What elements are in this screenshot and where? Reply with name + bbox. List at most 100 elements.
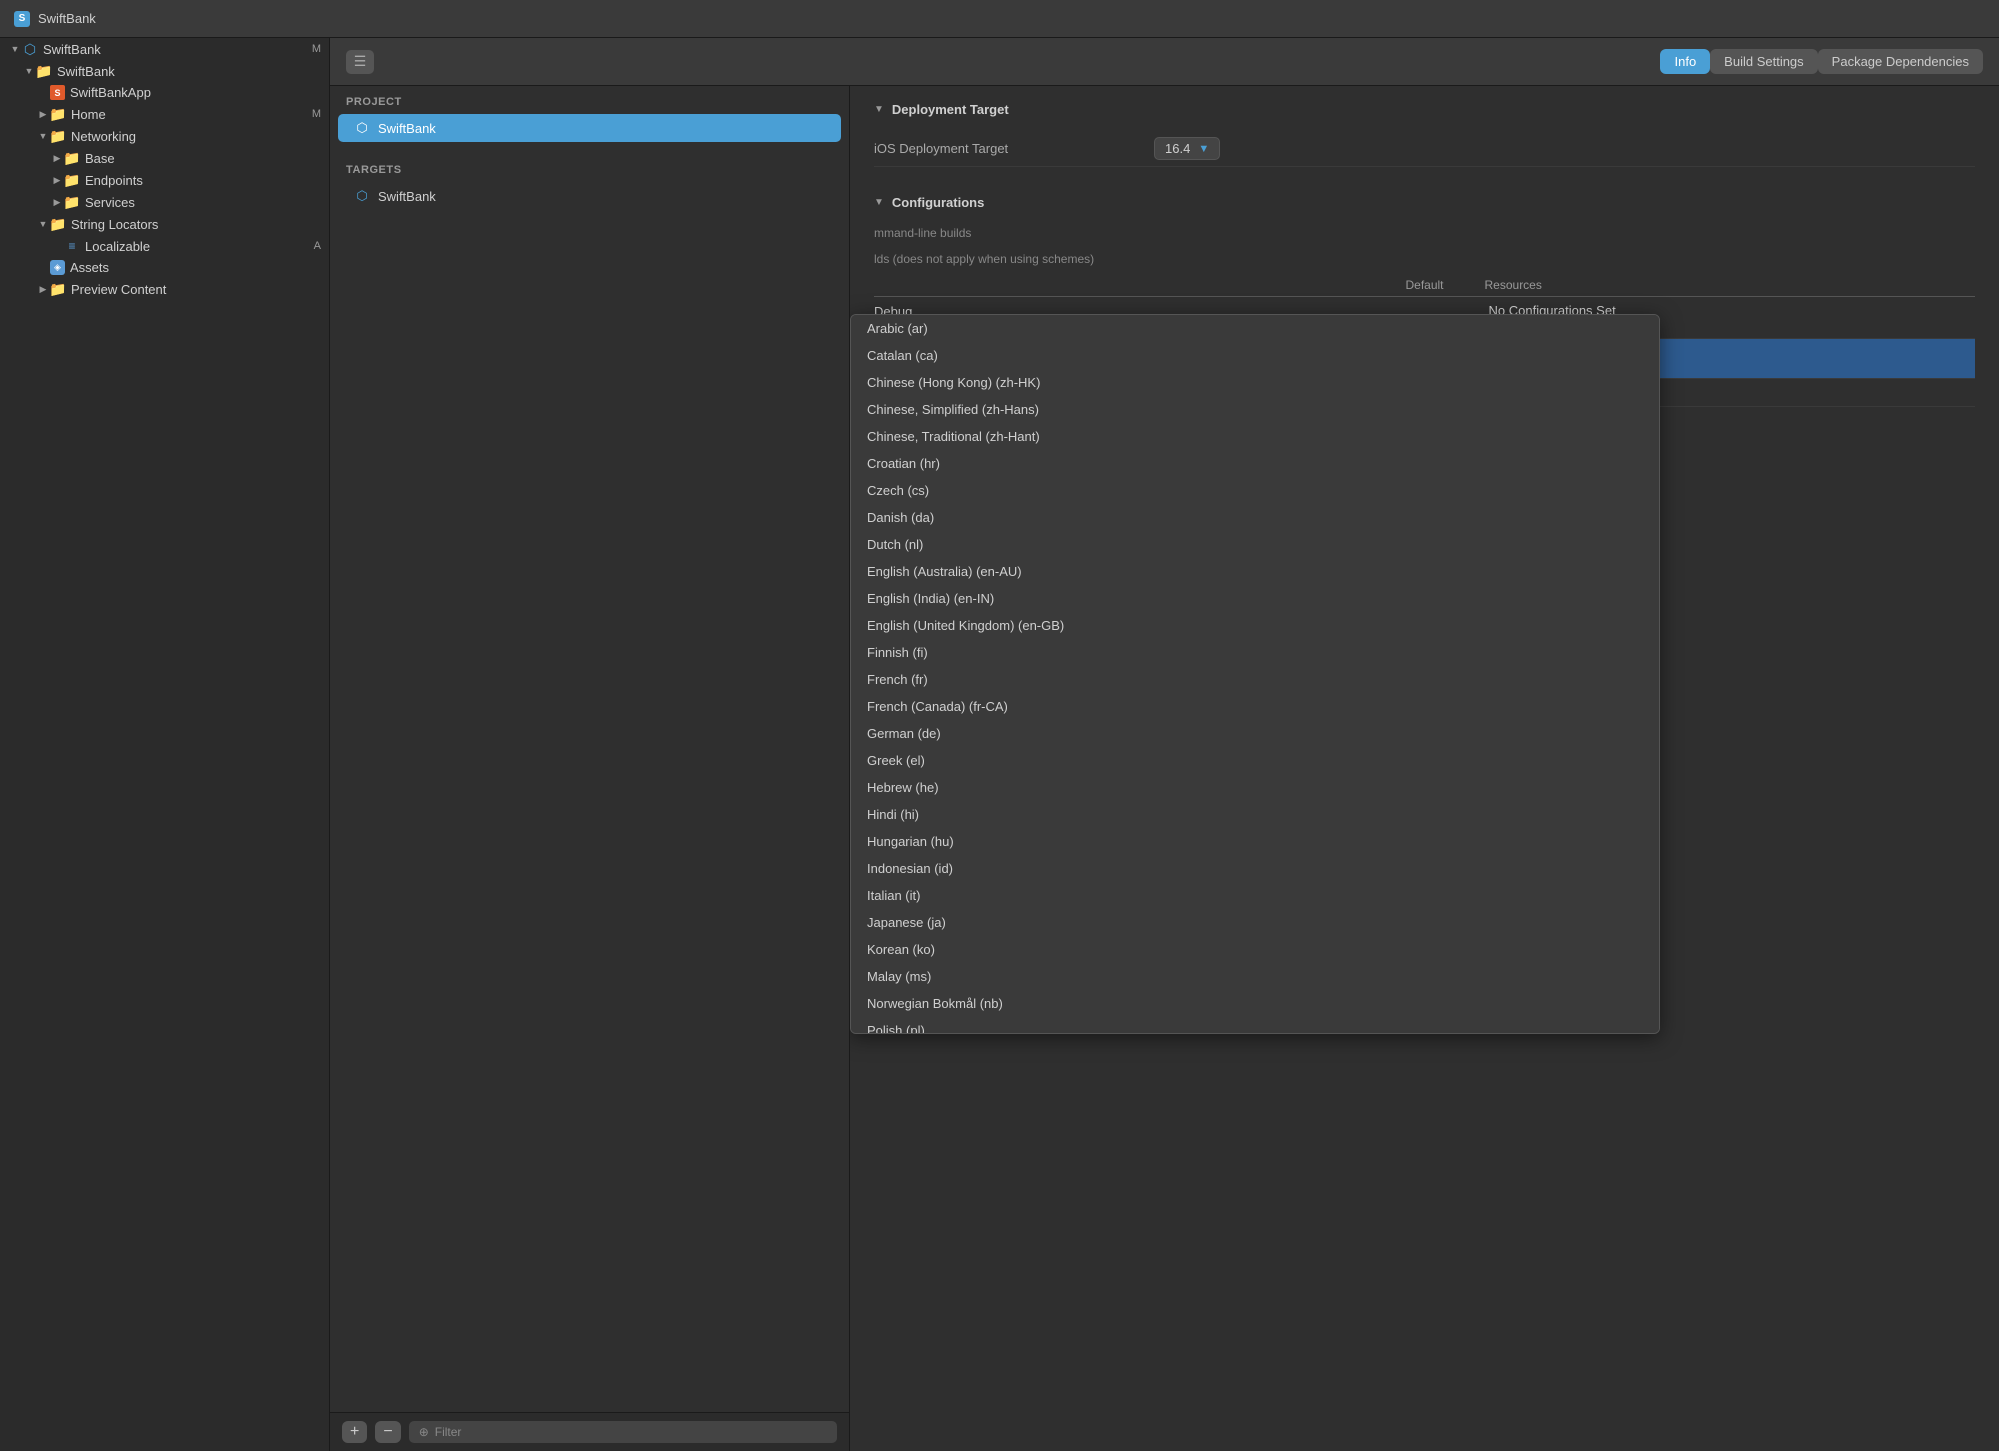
folder-icon: 📁 xyxy=(50,216,66,232)
toolbar-button-package-dependencies[interactable]: Package Dependencies xyxy=(1818,49,1983,74)
sidebar-item-string-locators[interactable]: 📁 String Locators xyxy=(0,213,329,235)
sidebar-label: Home xyxy=(71,107,308,122)
sidebar-label: Localizable xyxy=(85,239,310,254)
localize-file-icon: ≡ xyxy=(64,238,80,254)
sidebar-badge: M xyxy=(312,108,321,120)
sidebar-item-endpoints[interactable]: 📁Endpoints xyxy=(0,169,329,191)
group-folder-icon: 📁 xyxy=(36,63,52,79)
target-item-icon: ⬡ xyxy=(354,188,370,204)
dropdown-item-japanese[interactable]: Japanese (ja) xyxy=(851,909,1659,936)
add-configuration-button[interactable]: + xyxy=(342,1421,367,1443)
sidebar-item-swiftbank-root[interactable]: ⬡SwiftBankM xyxy=(0,38,329,60)
dropdown-item-italian[interactable]: Italian (it) xyxy=(851,882,1659,909)
disclosure-closed-icon xyxy=(50,151,64,165)
sidebar-toggle-button[interactable]: ☰ xyxy=(346,50,374,74)
sidebar-label: SwiftBank xyxy=(57,64,321,79)
deployment-target-collapse[interactable]: ▼ Deployment Target xyxy=(874,102,1975,117)
dropdown-item-danish[interactable]: Danish (da) xyxy=(851,504,1659,531)
disclosure-closed-icon xyxy=(50,195,64,209)
dropdown-item-english-in[interactable]: English (India) (en-IN) xyxy=(851,585,1659,612)
project-targets-panel: PROJECT ⬡ SwiftBank TARGETS ⬡ SwiftBank … xyxy=(330,86,850,1451)
file-navigator: ⬡SwiftBankM 📁 SwiftBank S SwiftBankApp 📁 Home M… xyxy=(0,38,330,1451)
sidebar-item-home[interactable]: 📁 Home M xyxy=(0,103,329,125)
dropdown-item-indonesian[interactable]: Indonesian (id) xyxy=(851,855,1659,882)
dropdown-item-english-gb[interactable]: English (United Kingdom) (en-GB) xyxy=(851,612,1659,639)
dropdown-item-french[interactable]: French (fr) xyxy=(851,666,1659,693)
sidebar-item-preview-content[interactable]: 📁Preview Content xyxy=(0,278,329,300)
main-layout: ⬡SwiftBankM📁SwiftBankSSwiftBankApp📁HomeM… xyxy=(0,38,1999,1451)
title-bar-title: SwiftBank xyxy=(38,11,96,26)
dropdown-item-czech[interactable]: Czech (cs) xyxy=(851,477,1659,504)
toolbar-button-info[interactable]: Info xyxy=(1660,49,1710,74)
dropdown-item-french-ca[interactable]: French (Canada) (fr-CA) xyxy=(851,693,1659,720)
sidebar-label: Endpoints xyxy=(85,173,321,188)
dropdown-item-korean[interactable]: Korean (ko) xyxy=(851,936,1659,963)
disclosure-open-icon xyxy=(36,217,50,231)
deployment-target-title: Deployment Target xyxy=(892,102,1009,117)
swift-file-icon: S xyxy=(50,85,65,100)
editor-toolbar: ☰ InfoBuild SettingsPackage Dependencies xyxy=(330,38,1999,86)
sidebar-badge: A xyxy=(314,240,321,252)
dropdown-item-chinese-hk[interactable]: Chinese (Hong Kong) (zh-HK) xyxy=(851,369,1659,396)
dropdown-item-norwegian[interactable]: Norwegian Bokmål (nb) xyxy=(851,990,1659,1017)
remove-configuration-button[interactable]: − xyxy=(375,1421,400,1443)
language-dropdown[interactable]: Arabic (ar)Catalan (ca)Chinese (Hong Kon… xyxy=(850,314,1660,1034)
dropdown-item-chinese-simplified[interactable]: Chinese, Simplified (zh-Hans) xyxy=(851,396,1659,423)
sidebar-label: Services xyxy=(85,195,321,210)
sidebar-label: String Locators xyxy=(71,217,321,232)
folder-icon: 📁 xyxy=(50,106,66,122)
sidebar-label: Base xyxy=(85,151,321,166)
sidebar-item-localizable[interactable]: ≡ Localizable A xyxy=(0,235,329,257)
title-bar: S SwiftBank xyxy=(0,0,1999,38)
dropdown-item-arabic[interactable]: Arabic (ar) xyxy=(851,315,1659,342)
ios-version-dropdown[interactable]: 16.4 ▼ xyxy=(1154,137,1220,160)
disclosure-open-icon xyxy=(8,42,22,56)
command-line-note-text: mmand-line builds xyxy=(874,226,971,240)
config-collapse-triangle-icon: ▼ xyxy=(874,197,884,208)
sidebar-label: SwiftBank xyxy=(43,42,308,57)
disclosure-closed-icon xyxy=(36,282,50,296)
sidebar-item-services[interactable]: 📁Services xyxy=(0,191,329,213)
sidebar-label: Preview Content xyxy=(71,282,321,297)
col-header-resources: Resources xyxy=(1485,278,1976,292)
sidebar-item-assets[interactable]: ◈ Assets xyxy=(0,257,329,278)
filter-bar[interactable]: ⊕ Filter xyxy=(409,1421,837,1443)
folder-icon: 📁 xyxy=(64,150,80,166)
dropdown-item-hindi[interactable]: Hindi (hi) xyxy=(851,801,1659,828)
dropdown-item-chinese-traditional[interactable]: Chinese, Traditional (zh-Hant) xyxy=(851,423,1659,450)
dropdown-item-hebrew[interactable]: Hebrew (he) xyxy=(851,774,1659,801)
deployment-target-section: ▼ Deployment Target iOS Deployment Targe… xyxy=(850,86,1999,183)
disclosure-closed-icon xyxy=(50,173,64,187)
dropdown-item-polish[interactable]: Polish (pl) xyxy=(851,1017,1659,1034)
project-item-swiftbank-project[interactable]: ⬡ SwiftBank xyxy=(338,114,841,142)
sidebar-item-networking[interactable]: 📁Networking xyxy=(0,125,329,147)
dropdown-item-malay[interactable]: Malay (ms) xyxy=(851,963,1659,990)
dropdown-item-finnish[interactable]: Finnish (fi) xyxy=(851,639,1659,666)
configurations-section-collapse[interactable]: ▼ Configurations xyxy=(850,183,1999,218)
col-header-name xyxy=(874,278,1365,292)
toolbar-button-build-settings[interactable]: Build Settings xyxy=(1710,49,1818,74)
dropdown-arrow-icon: ▼ xyxy=(1198,143,1209,155)
dropdown-item-dutch[interactable]: Dutch (nl) xyxy=(851,531,1659,558)
sidebar-item-swiftbankapp[interactable]: S SwiftBankApp xyxy=(0,82,329,103)
ios-deployment-value: 16.4 ▼ xyxy=(1154,137,1220,160)
dropdown-item-greek[interactable]: Greek (el) xyxy=(851,747,1659,774)
ios-deployment-target-row: iOS Deployment Target 16.4 ▼ xyxy=(874,131,1975,167)
sidebar-item-swiftbank-group[interactable]: 📁 SwiftBank xyxy=(0,60,329,82)
ios-version-value: 16.4 xyxy=(1165,141,1190,156)
sidebar-item-base[interactable]: 📁 Base xyxy=(0,147,329,169)
dropdown-item-hungarian[interactable]: Hungarian (hu) xyxy=(851,828,1659,855)
target-item-swiftbank-target[interactable]: ⬡ SwiftBank xyxy=(338,182,841,210)
schemes-note: lds (does not apply when using schemes) xyxy=(850,244,1999,274)
sidebar-label: Assets xyxy=(70,260,321,275)
filter-icon: ⊕ xyxy=(419,1425,429,1439)
dropdown-item-english-au[interactable]: English (Australia) (en-AU) xyxy=(851,558,1659,585)
sidebar-label: SwiftBankApp xyxy=(70,85,321,100)
assets-icon: ◈ xyxy=(50,260,65,275)
dropdown-item-catalan[interactable]: Catalan (ca) xyxy=(851,342,1659,369)
sidebar-label: Networking xyxy=(71,129,321,144)
dropdown-item-croatian[interactable]: Croatian (hr) xyxy=(851,450,1659,477)
dropdown-item-german[interactable]: German (de) xyxy=(851,720,1659,747)
project-section-header: PROJECT xyxy=(330,86,849,114)
sidebar-toggle-icon: ☰ xyxy=(354,53,367,70)
